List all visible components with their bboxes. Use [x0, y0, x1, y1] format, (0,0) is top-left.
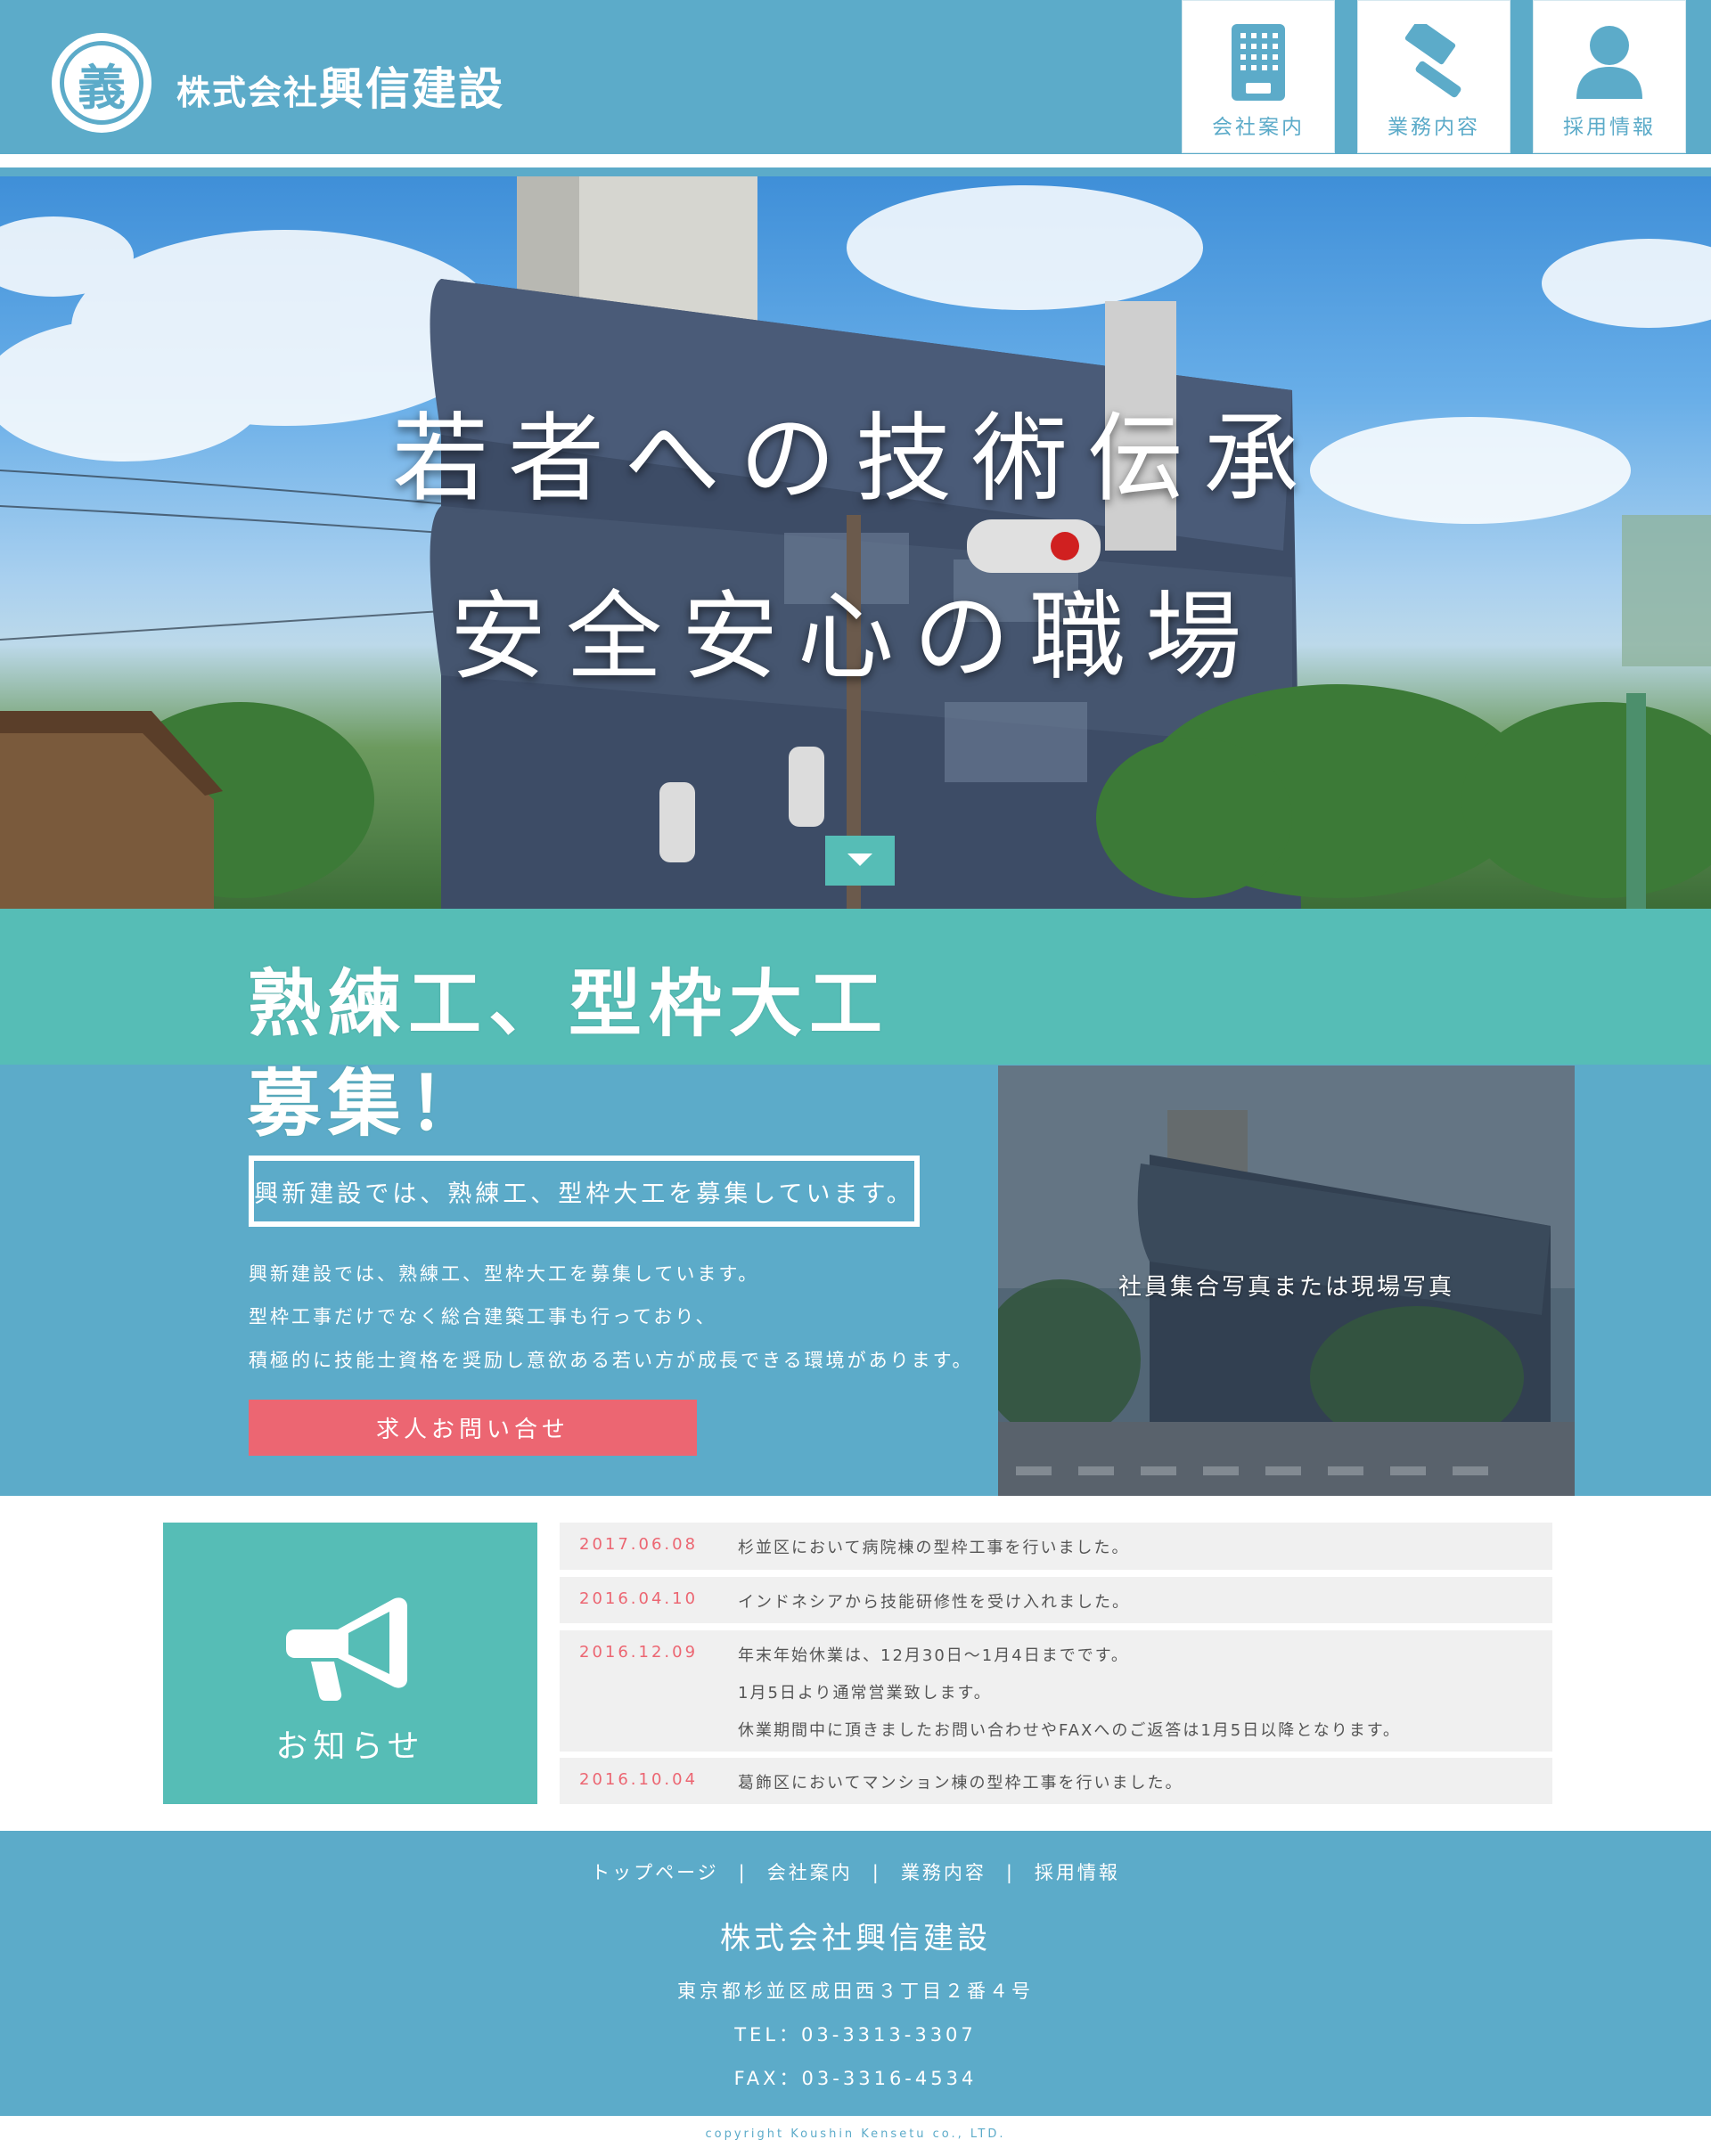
news-date: 2016.10.04	[579, 1770, 699, 1789]
recruit-inquiry-button[interactable]: 求人お問い合せ	[249, 1400, 697, 1456]
news-item[interactable]: 2016.12.09 年末年始休業は、12月30日〜1月4日までです。 1月5日…	[560, 1630, 1552, 1752]
footer-nav: トップページ | 会社案内 | 業務内容 | 採用情報	[0, 1858, 1711, 1885]
logo-mark: 義	[60, 41, 143, 125]
company-name[interactable]: 株式会社興信建設	[176, 53, 504, 118]
footer-company-name: 株式会社興信建設	[720, 1921, 991, 1956]
nav-label: 業務内容	[1388, 116, 1480, 139]
news-text: 休業期間中に頂きましたお問い合わせやFAXへのご返答は1月5日以降となります。	[738, 1721, 1401, 1740]
news-date: 2016.04.10	[579, 1589, 699, 1608]
news-text: インドネシアから技能研修性を受け入れました。	[738, 1593, 1130, 1612]
news-date: 2016.12.09	[579, 1643, 699, 1662]
footer-separator: |	[738, 1862, 748, 1883]
nav-company-info[interactable]: 会社案内	[1182, 0, 1335, 153]
news-item[interactable]: 2016.10.04 葛飾区においてマンション棟の型枠工事を行いました。	[560, 1758, 1552, 1804]
nav-business[interactable]: 業務内容	[1357, 0, 1510, 153]
scroll-down-button[interactable]	[825, 836, 895, 886]
header-underline	[0, 167, 1711, 176]
footer-link-top[interactable]: トップページ	[591, 1862, 719, 1883]
recruit-title-2: 募集！	[248, 1062, 489, 1147]
recruit-title-1: 熟練工、型枠大工	[248, 962, 890, 1047]
news-text: 杉並区において病院棟の型枠工事を行いました。	[738, 1539, 1130, 1557]
hammer-icon	[1393, 19, 1475, 104]
caret-down-icon	[847, 853, 872, 866]
footer-link-business[interactable]: 業務内容	[901, 1862, 986, 1883]
footer-separator: |	[872, 1862, 881, 1883]
news-text: 葛飾区においてマンション棟の型枠工事を行いました。	[738, 1774, 1183, 1793]
page: 義 株式会社興信建設 会社案内 業務内容 採用情報 若者への技術伝承 安全安心の…	[0, 0, 1711, 2156]
news-heading: お知らせ	[275, 1728, 425, 1765]
footer-separator: |	[1005, 1862, 1015, 1883]
footer-tel: TEL：03-3313-3307	[734, 2024, 977, 2046]
recruit-paragraph: 興新建設では、熟練工、型枠大工を募集しています。	[249, 1263, 760, 1285]
recruit-lead-box: 興新建設では、熟練工、型枠大工を募集しています。	[249, 1156, 920, 1227]
hero-scene	[0, 176, 1711, 909]
staff-photo: 社員集合写真または現場写真	[998, 1066, 1575, 1496]
nav-recruit[interactable]: 採用情報	[1533, 0, 1686, 153]
nav-label: 採用情報	[1563, 116, 1656, 139]
news-date: 2017.06.08	[579, 1535, 699, 1554]
hero-headline-2: 安全安心の職場	[449, 582, 1261, 693]
footer-link-company[interactable]: 会社案内	[767, 1862, 853, 1883]
megaphone-icon	[286, 1594, 414, 1704]
recruit-paragraph: 型枠工事だけでなく総合建築工事も行っており、	[249, 1306, 717, 1327]
news-item[interactable]: 2017.06.08 杉並区において病院棟の型枠工事を行いました。	[560, 1523, 1552, 1570]
news-text: 年末年始休業は、12月30日〜1月4日までです。	[738, 1646, 1129, 1665]
building-icon	[1232, 24, 1285, 104]
hero-headline-1: 若者への技術伝承	[391, 404, 1319, 515]
person-icon	[1575, 24, 1644, 104]
nav-label: 会社案内	[1212, 116, 1305, 139]
company-name-main: 興信建設	[319, 63, 505, 115]
company-prefix: 株式会社	[176, 73, 320, 112]
news-item[interactable]: 2016.04.10 インドネシアから技能研修性を受け入れました。	[560, 1577, 1552, 1623]
company-logo[interactable]: 義	[52, 33, 151, 133]
photo-caption: 社員集合写真または現場写真	[1117, 1274, 1454, 1301]
copyright: copyright Koushin Kensetu co., LTD.	[705, 2127, 1006, 2141]
hero-image: 若者への技術伝承 安全安心の職場	[0, 176, 1711, 909]
news-label-box: お知らせ	[163, 1523, 537, 1804]
footer-link-recruit[interactable]: 採用情報	[1035, 1862, 1120, 1883]
recruit-paragraph: 積極的に技能士資格を奨励し意欲ある若い方が成長できる環境があります。	[249, 1350, 974, 1371]
news-text: 1月5日より通常営業致します。	[738, 1684, 992, 1703]
footer-fax: FAX：03-3316-4534	[733, 2068, 978, 2089]
footer-address: 東京都杉並区成田西３丁目２番４号	[677, 1980, 1034, 2002]
